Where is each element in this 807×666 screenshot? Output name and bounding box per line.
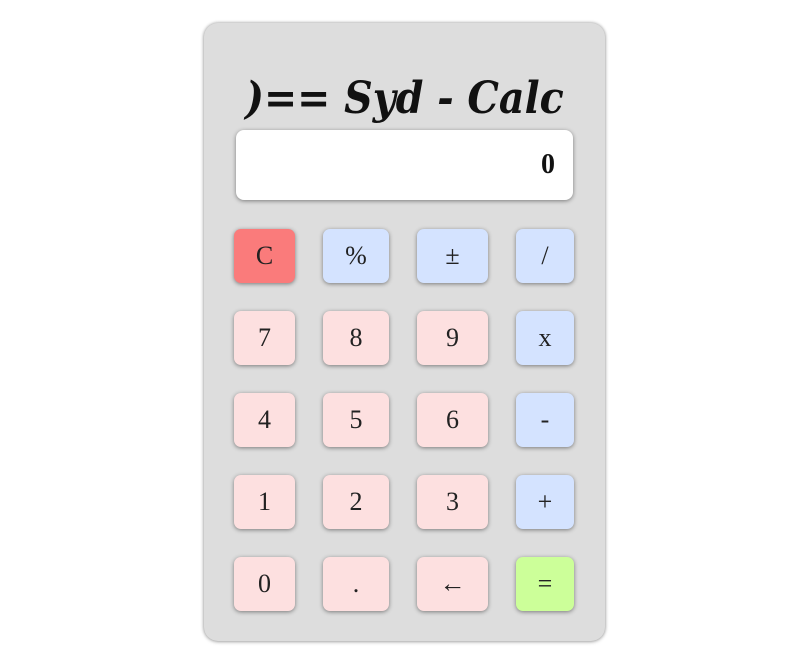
digit-7-button[interactable]: 7: [234, 311, 295, 365]
digit-3-button[interactable]: 3: [417, 475, 488, 529]
digit-6-button[interactable]: 6: [417, 393, 488, 447]
calculator: )== Syd - Calc ==) 0 C % ± / 7 8 9 x 4 5…: [204, 23, 605, 641]
multiply-button[interactable]: x: [516, 311, 574, 365]
digit-8-button[interactable]: 8: [323, 311, 389, 365]
digit-2-button[interactable]: 2: [323, 475, 389, 529]
equals-button[interactable]: =: [516, 557, 574, 611]
decimal-button[interactable]: .: [323, 557, 389, 611]
add-button[interactable]: +: [516, 475, 574, 529]
clear-button[interactable]: C: [234, 229, 295, 283]
digit-9-button[interactable]: 9: [417, 311, 488, 365]
digit-0-button[interactable]: 0: [234, 557, 295, 611]
percent-button[interactable]: %: [323, 229, 389, 283]
backspace-button[interactable]: ←: [417, 557, 488, 611]
calculator-display: 0: [236, 130, 573, 200]
digit-4-button[interactable]: 4: [234, 393, 295, 447]
subtract-button[interactable]: -: [516, 393, 574, 447]
divide-button[interactable]: /: [516, 229, 574, 283]
digit-1-button[interactable]: 1: [234, 475, 295, 529]
plus-minus-button[interactable]: ±: [417, 229, 488, 283]
digit-5-button[interactable]: 5: [323, 393, 389, 447]
